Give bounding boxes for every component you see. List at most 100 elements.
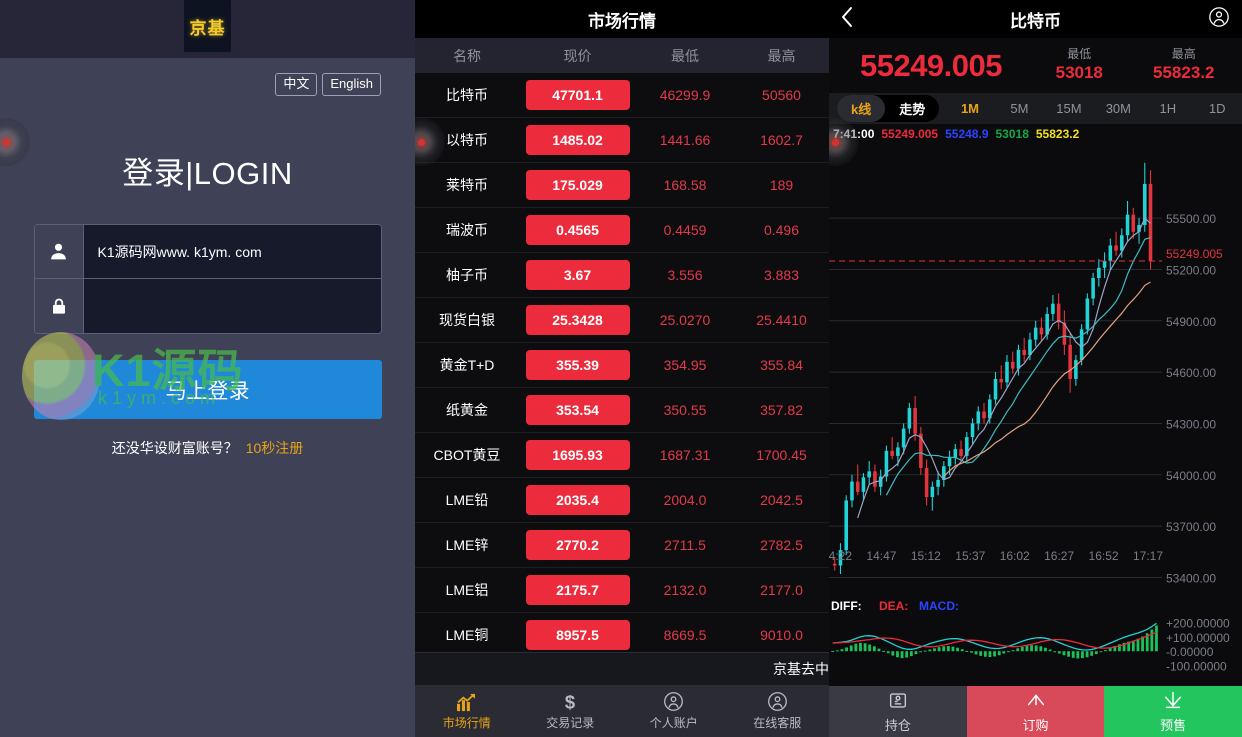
tab-kline[interactable]: k线 [837, 95, 886, 122]
row-name: 以特币 [446, 132, 488, 148]
svg-text:DIFF:: DIFF: [831, 599, 862, 613]
row-high: 357.82 [760, 402, 803, 418]
svg-text:54600.00: 54600.00 [1166, 366, 1216, 380]
market-table-header: 名称 现价 最低 最高 [415, 38, 829, 73]
row-name: 黄金T+D [439, 357, 495, 373]
row-low: 25.0270 [659, 312, 711, 328]
row-price-cell: 25.3428 [519, 305, 636, 335]
table-row[interactable]: CBOT黄豆 1695.93 1687.31 1700.45 [415, 433, 829, 478]
action-sell-button[interactable]: 预售 [1104, 686, 1242, 737]
market-title: 市场行情 [415, 0, 829, 38]
register-question: 还没华设财富账号？ [111, 440, 238, 457]
language-switcher: 中文 English [0, 58, 415, 97]
quote-high-label: 最高 [1171, 46, 1196, 61]
table-row[interactable]: 柚子币 3.67 3.556 3.883 [415, 253, 829, 298]
table-row[interactable]: LME铅 2035.4 2004.0 2042.5 [415, 478, 829, 523]
nav-item-label: 交易记录 [546, 715, 595, 730]
row-name: 瑞波币 [446, 222, 488, 238]
svg-text:+200.00000: +200.00000 [1166, 616, 1230, 630]
login-form [33, 224, 382, 335]
timeframe-15m[interactable]: 15M [1044, 101, 1093, 116]
price-badge: 3.67 [525, 260, 630, 290]
column-header-name: 名称 [453, 47, 481, 64]
row-price-cell: 0.4565 [519, 215, 636, 245]
nav-item-4[interactable]: 在线客服 [726, 685, 830, 737]
price-badge: 47701.1 [525, 80, 630, 110]
row-low: 0.4459 [663, 222, 707, 238]
table-row[interactable]: 瑞波币 0.4565 0.4459 0.496 [415, 208, 829, 253]
row-price-cell: 2035.4 [519, 485, 636, 515]
row-low: 2711.5 [664, 537, 706, 553]
table-row[interactable]: 比特币 47701.1 46299.9 50560 [415, 73, 829, 118]
row-high: 1700.45 [756, 447, 807, 463]
market-panel: 市场行情 名称 现价 最低 最高 比特币 47701.1 46299.9 50560 以… [415, 0, 829, 737]
svg-text:16:02: 16:02 [1000, 549, 1030, 563]
candlestick-plot[interactable]: 55500.00 55200.00 54900.00 54600.00 54300.00… [829, 143, 1242, 598]
table-row[interactable]: LME锌 2770.2 2711.5 2782.5 [415, 523, 829, 568]
table-row[interactable]: LME铝 2175.7 2132.0 2177.0 [415, 568, 829, 613]
chart-action-bar: 持仓 订购 预售 [829, 686, 1242, 737]
timeframe-1h[interactable]: 1H [1143, 101, 1192, 116]
row-price-cell: 1485.02 [519, 125, 636, 155]
table-row[interactable]: 以特币 1485.02 1441.66 1602.7 [415, 118, 829, 163]
chevron-left-icon[interactable] [841, 6, 867, 33]
nav-item-1[interactable]: 市场行情 [415, 685, 519, 737]
row-name: 现货白银 [439, 312, 495, 328]
row-name: LME铅 [445, 492, 489, 508]
tab-trend[interactable]: 走势 [885, 95, 939, 122]
column-header-price: 现价 [563, 47, 592, 64]
price-badge: 175.029 [525, 170, 630, 200]
timeframe-1d[interactable]: 1D [1193, 101, 1242, 116]
row-low: 350.55 [663, 402, 707, 418]
row-low: 2132.0 [663, 582, 707, 598]
svg-text:17:17: 17:17 [1133, 549, 1163, 563]
row-low: 2004.0 [663, 492, 707, 508]
person-circle-icon[interactable] [1208, 6, 1230, 33]
row-high: 355.84 [760, 357, 803, 373]
action-label: 预售 [1160, 718, 1187, 733]
action-buy-button[interactable]: 订购 [966, 686, 1105, 737]
svg-text:54000.00: 54000.00 [1166, 469, 1216, 483]
price-badge: 8957.5 [525, 620, 630, 650]
row-price-cell: 175.029 [519, 170, 636, 200]
table-row[interactable]: 纸黄金 353.54 350.55 357.82 [415, 388, 829, 433]
action-hold-button[interactable]: 持仓 [829, 686, 967, 737]
lang-button-chinese[interactable]: 中文 [275, 73, 318, 97]
svg-text:15:12: 15:12 [911, 549, 941, 563]
ticker-text: 京基去中 [773, 661, 829, 677]
svg-text:55200.00: 55200.00 [1166, 263, 1216, 277]
row-high: 2042.5 [760, 492, 803, 508]
price-badge: 25.3428 [525, 305, 630, 335]
login-panel: 京基 中文 English 登录|LOGIN 马上登录 还没华设财富账 [0, 0, 415, 737]
svg-text:14:22: 14:22 [829, 549, 852, 563]
portfolio-icon [887, 689, 909, 714]
nav-item-3[interactable]: 个人账户 [622, 685, 726, 737]
svg-text:$: $ [565, 692, 575, 712]
lock-icon [34, 279, 84, 334]
register-link[interactable]: 10秒注册 [246, 440, 304, 456]
timeframe-30m[interactable]: 30M [1094, 101, 1143, 116]
nav-item-2[interactable]: $ 交易记录 [519, 685, 623, 737]
svg-text:55249.005: 55249.005 [1166, 247, 1223, 261]
login-submit-button[interactable]: 马上登录 [33, 360, 382, 420]
bottom-navigation: 市场行情 $ 交易记录 个人账户 在线客服 [415, 685, 829, 737]
table-row[interactable]: 黄金T+D 355.39 354.95 355.84 [415, 343, 829, 388]
password-input[interactable] [83, 279, 381, 334]
row-high: 9010.0 [760, 627, 803, 643]
chart-view-tabs: k线 走势 [837, 95, 940, 122]
user-icon [34, 225, 84, 279]
timeframe-1m[interactable]: 1M [945, 101, 994, 116]
row-name: LME铝 [445, 582, 489, 598]
price-badge: 0.4565 [525, 215, 630, 245]
price-badge: 1485.02 [525, 125, 630, 155]
macd-plot[interactable]: DIFF: DEA: MACD: +200.00000 +100.00000 -0.000… [829, 598, 1242, 676]
row-high: 2177.0 [760, 582, 803, 598]
register-prompt: 还没华设财富账号？ 10秒注册 [0, 438, 415, 458]
username-input[interactable] [83, 225, 381, 279]
timeframe-5m[interactable]: 5M [995, 101, 1044, 116]
lang-button-english[interactable]: English [322, 73, 381, 97]
svg-text:53400.00: 53400.00 [1166, 571, 1216, 585]
chart-info-line: 7:41:00 55249.005 55248.9 53018 55823.2 [829, 124, 1242, 143]
table-row[interactable]: 莱特币 175.029 168.58 189 [415, 163, 829, 208]
table-row[interactable]: 现货白银 25.3428 25.0270 25.4410 [415, 298, 829, 343]
